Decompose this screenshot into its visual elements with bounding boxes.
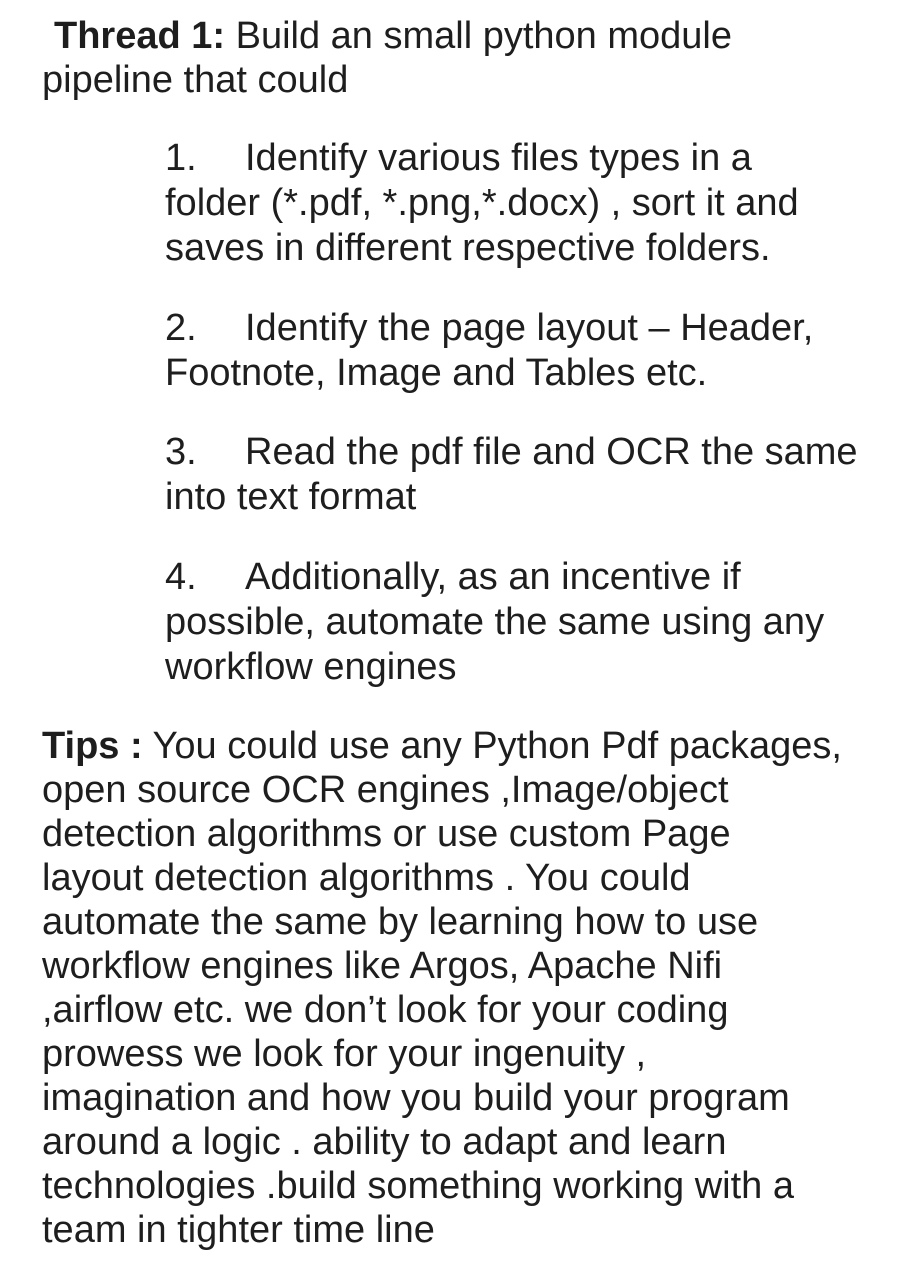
list-item-number: 3. <box>165 431 197 473</box>
list-item: 2. Identify the page layout – Header, Foo… <box>165 306 885 396</box>
tips-line: layout detection algorithms . You could <box>42 857 691 899</box>
list-item-line: 4. Additionally, as an incentive if <box>165 555 885 600</box>
list-item-line: folder (*.pdf, *.png,*.docx) , sort it a… <box>165 182 799 224</box>
list-item-line: possible, automate the same using any <box>165 601 825 643</box>
tips-line: prowess we look for your ingenuity , <box>42 1033 647 1075</box>
tips-paragraph: Tips : You could use any Python Pdf pack… <box>42 724 892 1252</box>
list-item-text: Additionally, as an incentive if <box>245 556 741 598</box>
list-item: 3. Read the pdf file and OCR the same int… <box>165 430 885 520</box>
list-item: 4. Additionally, as an incentive if possi… <box>165 555 885 690</box>
list-item-line: 2. Identify the page layout – Header, <box>165 306 885 351</box>
tips-line: team in tighter time line <box>42 1209 435 1251</box>
list-item-line: workflow engines <box>165 646 457 688</box>
tips-line: imagination and how you build your progr… <box>42 1077 790 1119</box>
thread-text-line-1: Build an small python module <box>235 15 733 57</box>
list-item-line: 1. Identify various files types in a <box>165 136 885 181</box>
tips-line: detection algorithms or use custom Page <box>42 813 731 855</box>
thread-first-line: Thread 1: Build an small python module <box>42 14 882 58</box>
list-item-line: 3. Read the pdf file and OCR the same <box>165 430 885 475</box>
list-item-number: 4. <box>165 556 197 598</box>
list-item-text: Identify various files types in a <box>245 137 752 179</box>
list-item: 1. Identify various files types in a fold… <box>165 136 885 271</box>
tips-line: around a logic . ability to adapt and le… <box>42 1121 727 1163</box>
tips-line: workflow engines like Argos, Apache Nifi <box>42 945 723 987</box>
list-item-line: into text format <box>165 476 417 518</box>
tips-line: ,airflow etc. we don’t look for your cod… <box>42 989 729 1031</box>
tips-text: You could use any Python Pdf packages, <box>152 725 842 767</box>
list-item-line: Footnote, Image and Tables etc. <box>165 352 708 394</box>
tips-line: open source OCR engines ,Image/object <box>42 769 729 811</box>
list-item-number: 1. <box>165 137 197 179</box>
list-item-text: Identify the page layout – Header, <box>245 307 814 349</box>
tips-label: Tips : <box>42 725 143 767</box>
tips-line: Tips : You could use any Python Pdf pack… <box>42 724 892 768</box>
thread-text-line-2: pipeline that could <box>42 59 349 101</box>
thread-label: Thread 1: <box>54 15 226 57</box>
thread-heading: Thread 1: Build an small python module p… <box>42 14 882 102</box>
list-item-text: Read the pdf file and OCR the same <box>245 431 858 473</box>
list-item-line: saves in different respective folders. <box>165 227 771 269</box>
document-page: Thread 1: Build an small python module p… <box>0 0 920 1280</box>
list-item-number: 2. <box>165 307 197 349</box>
tips-line: technologies .build something working wi… <box>42 1165 794 1207</box>
tips-line: automate the same by learning how to use <box>42 901 759 943</box>
